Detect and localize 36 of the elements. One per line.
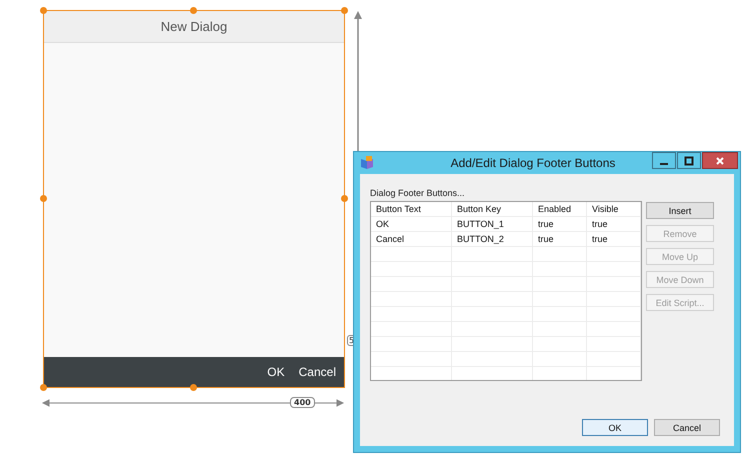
table-cell: BUTTON_2 [452,232,533,246]
app-icon [360,156,374,170]
column-header[interactable]: Enabled [533,202,587,216]
table-cell: true [587,232,641,246]
maximize-icon [684,156,694,166]
section-label: Dialog Footer Buttons... [370,188,466,198]
resize-handle[interactable] [40,7,47,14]
footer-button[interactable]: Cancel [298,365,336,379]
table-cell: OK [371,217,452,231]
width-label: 400 [290,397,315,408]
window-title: Add/Edit Dialog Footer Buttons [450,156,616,170]
column-header[interactable]: Button Key [452,202,533,216]
minimize-button[interactable] [652,152,676,169]
resize-handle[interactable] [40,384,47,391]
dialog-button[interactable]: OK [582,419,648,436]
resize-handle[interactable] [40,195,47,202]
action-button[interactable]: Insert [646,202,714,219]
minimize-icon [660,162,668,164]
column-header[interactable]: Button Text [371,202,452,216]
table-cell: BUTTON_1 [452,217,533,231]
table-cell: true [533,232,587,246]
table-cell: true [533,217,587,231]
close-icon [715,156,725,166]
resize-handle[interactable] [341,195,348,202]
resize-handle[interactable] [190,384,197,391]
resize-handle[interactable] [341,7,348,14]
dialog-title: New Dialog [160,19,228,34]
close-button[interactable] [702,152,738,169]
table-cell: true [587,217,641,231]
table-cell: Cancel [371,232,452,246]
dialog-preview[interactable]: New Dialog OK Cancel [43,10,345,388]
footer-button[interactable]: OK [267,365,285,379]
dialog-button[interactable]: Cancel [654,419,720,436]
column-header[interactable]: Visible [587,202,641,216]
resize-handle[interactable] [190,7,197,14]
maximize-button[interactable] [677,152,701,169]
